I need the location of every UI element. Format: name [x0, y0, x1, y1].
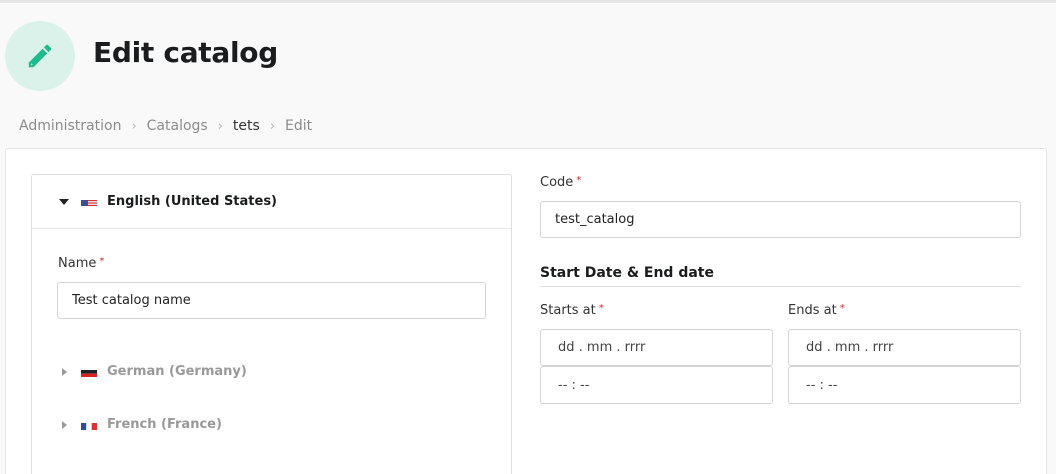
required-asterisk: *	[99, 256, 105, 267]
translation-accordion-french[interactable]: French (France)	[62, 417, 222, 432]
page-title: Edit catalog	[93, 36, 278, 69]
translation-accordion-english[interactable]: English (United States)	[32, 175, 511, 229]
breadcrumb: Administration › Catalogs › tets › Edit	[19, 118, 312, 134]
chevron-right-icon: ›	[217, 118, 223, 134]
breadcrumb-administration[interactable]: Administration	[19, 118, 121, 134]
chevron-right-icon: ›	[131, 118, 137, 134]
starts-at-label: Starts at *	[540, 303, 604, 318]
fr-flag-icon	[81, 419, 97, 430]
breadcrumb-catalogs[interactable]: Catalogs	[147, 118, 208, 134]
pencil-icon	[28, 44, 52, 68]
starts-at-date-input[interactable]: dd . mm . rrrr	[540, 329, 773, 366]
code-label: Code *	[540, 175, 582, 190]
dates-section-title: Start Date & End date	[540, 265, 714, 281]
ends-at-label: Ends at *	[788, 303, 845, 318]
translation-accordion-german[interactable]: German (Germany)	[62, 364, 247, 379]
name-label: Name *	[58, 256, 105, 271]
us-flag-icon	[81, 196, 97, 207]
caret-right-icon	[62, 420, 67, 429]
header-icon-circle	[5, 21, 75, 91]
top-border	[0, 0, 1056, 3]
caret-down-icon	[59, 198, 69, 205]
translation-label-french: French (France)	[107, 417, 222, 432]
de-flag-icon	[81, 366, 97, 377]
required-asterisk: *	[576, 175, 582, 186]
starts-at-time-input[interactable]: -- : --	[540, 366, 773, 404]
code-input[interactable]: test_catalog	[540, 201, 1021, 238]
required-asterisk: *	[598, 303, 604, 314]
translation-label-german: German (Germany)	[107, 364, 247, 379]
section-divider	[540, 286, 1021, 287]
breadcrumb-edit: Edit	[285, 118, 313, 134]
translation-label-english: English (United States)	[107, 194, 278, 209]
name-input[interactable]: Test catalog name	[57, 282, 486, 319]
breadcrumb-catalog-tets[interactable]: tets	[233, 118, 260, 134]
ends-at-date-input[interactable]: dd . mm . rrrr	[788, 329, 1021, 366]
chevron-right-icon: ›	[269, 118, 276, 134]
ends-at-time-input[interactable]: -- : --	[788, 366, 1021, 404]
caret-right-icon	[62, 367, 67, 376]
required-asterisk: *	[839, 303, 845, 314]
